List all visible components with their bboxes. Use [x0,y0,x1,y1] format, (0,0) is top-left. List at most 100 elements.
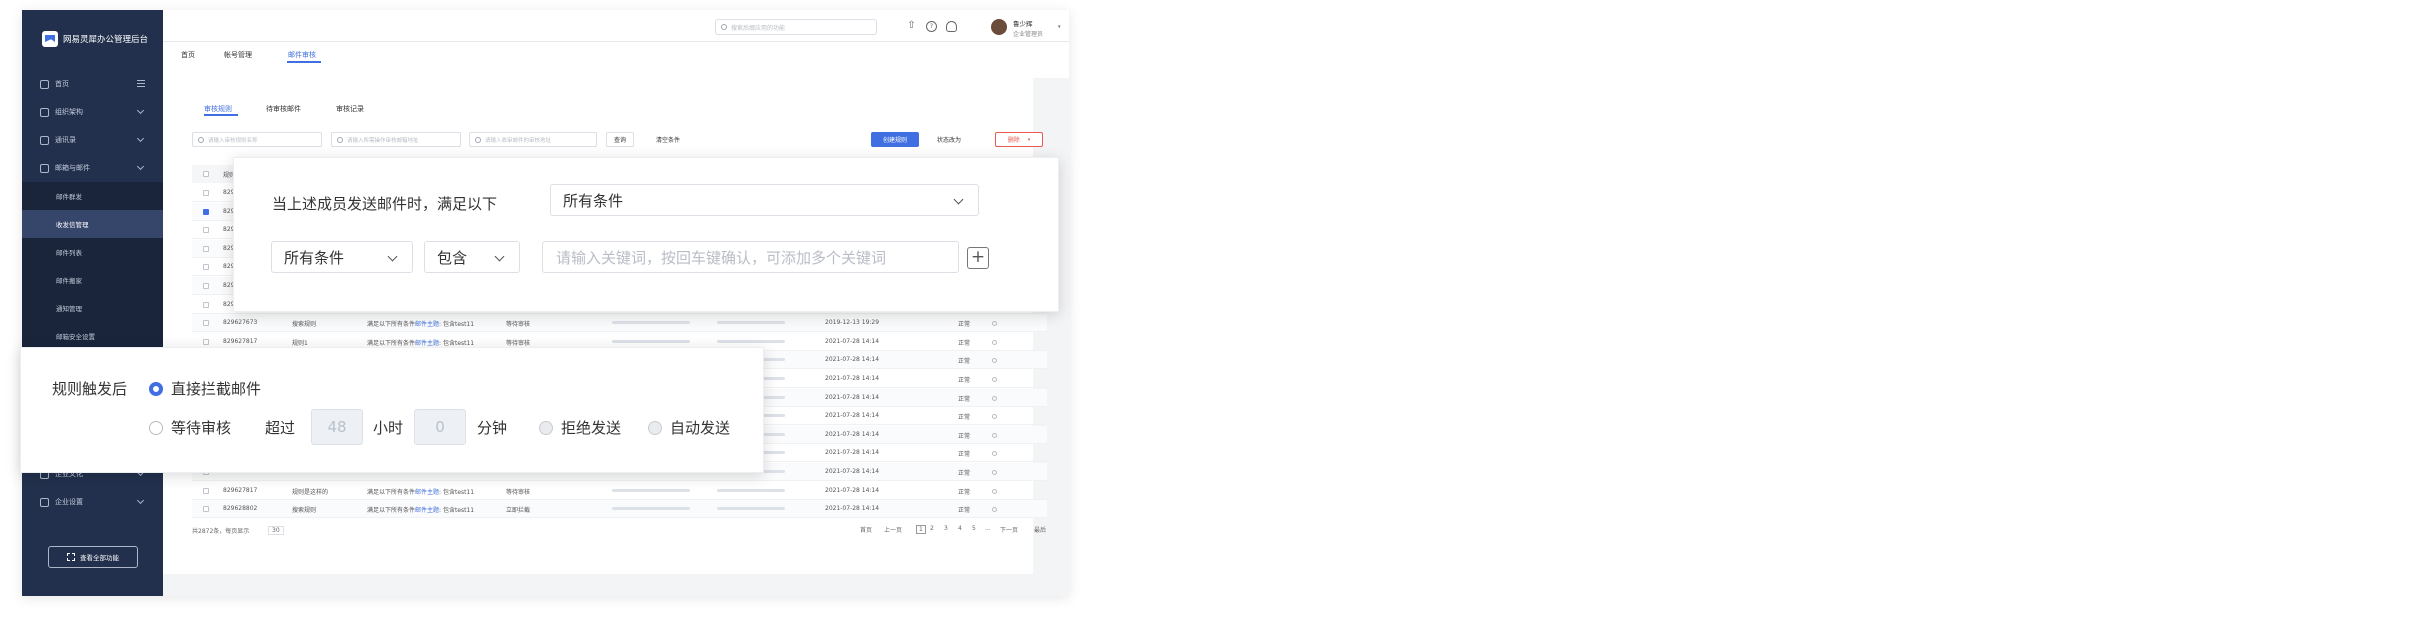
tab-review-rules[interactable]: 审核规则 [204,104,232,114]
upload-icon[interactable]: ⇧ [906,21,917,32]
row-more-icon[interactable] [992,470,997,475]
receiver-input[interactable]: 请输入收审邮件的审核地址 [469,132,597,147]
user-name[interactable]: 鲁少辉 [1013,18,1033,28]
row-checkbox[interactable] [203,338,209,345]
sidebar-item-org[interactable]: 组织架构 [22,98,163,126]
logo[interactable]: 网易灵犀办公管理后台 [42,31,148,47]
row-more-icon[interactable] [992,451,997,457]
row-checkbox[interactable] [203,320,209,327]
reject-send-radio[interactable] [539,421,553,435]
table-row[interactable]: 829627817 规则是这样的 满足以下所有条件邮件主题: 包含test11 等待审… [192,482,1047,500]
row-checkbox[interactable] [203,208,209,215]
row-more-icon[interactable] [992,358,997,364]
row-more-icon[interactable] [992,488,997,494]
all-functions-button[interactable]: 查看全部功能 [48,546,138,568]
page-item[interactable]: 3 [944,525,948,532]
sidebar-item-contacts[interactable]: 通讯录 [22,126,163,154]
auto-send-label[interactable]: 自动发送 [670,417,730,438]
sidebar-item-label: 组织架构 [55,108,83,116]
page-item[interactable]: 上一页 [884,525,902,534]
page-item[interactable]: 2 [930,525,934,532]
page-item[interactable]: 1 [916,525,926,534]
page-item[interactable]: 4 [958,525,962,532]
clear-conditions-button[interactable]: 清空条件 [648,132,688,147]
breadcrumb-home[interactable]: 首页 [181,50,195,60]
sidebar-item-label: 通讯录 [55,136,76,144]
page-item[interactable]: 下一页 [1000,525,1018,534]
select-all-checkbox[interactable] [203,171,209,177]
row-condition-link[interactable]: 邮件主题 [415,507,439,514]
field-select[interactable]: 所有条件 [271,241,413,273]
sidebar-item-mail[interactable]: 邮箱与邮件 [22,154,163,182]
row-more-icon[interactable] [992,432,997,438]
table-row[interactable]: 829627673 搜索规则 满足以下所有条件邮件主题: 包含test11 等待审核 2… [192,314,1047,333]
row-more-icon[interactable] [992,395,997,401]
page-size-select[interactable]: 30 [268,526,284,535]
sidebar-subitem-mail-list[interactable]: 邮件列表 [22,238,163,266]
sidebar-subitem-notify[interactable]: 通知管理 [22,294,163,322]
match-mode-select[interactable]: 所有条件 [550,184,979,216]
row-state: 正常 [958,432,971,440]
row-condition-link[interactable]: 邮件主题 [415,321,439,328]
avatar[interactable] [991,19,1007,35]
row-more-icon[interactable] [992,321,997,327]
row-more-icon[interactable] [992,377,997,382]
block-mail-label[interactable]: 直接拦截邮件 [171,378,261,399]
keyword-input[interactable]: 请输入关键词，按回车键确认，可添加多个关键词 [542,241,959,273]
block-mail-radio[interactable] [149,382,163,396]
wait-review-label[interactable]: 等待审核 [171,417,231,438]
row-checkbox[interactable] [203,227,209,234]
row-condition-prefix: 满足以下所有条件 [367,507,416,515]
row-condition-link[interactable]: 邮件主题 [415,340,439,347]
row-more-icon[interactable] [992,414,997,420]
sidebar-item-home[interactable]: 首页 [22,70,163,98]
row-checkbox[interactable] [203,487,209,494]
row-more-icon[interactable] [992,339,997,345]
tab-review-records[interactable]: 审核记录 [336,104,364,114]
row-state: 正常 [958,451,971,459]
table-row[interactable]: 829628802 搜索规则 满足以下所有条件邮件主题: 包含test11 立即拦截 2… [192,500,1047,519]
page-item[interactable]: 最后 [1034,525,1046,534]
auto-send-radio[interactable] [648,421,662,435]
sidebar-subitem-send-receive[interactable]: 收发信管理 [22,210,163,238]
delete-button[interactable]: 删除 ▾ [995,132,1043,147]
row-checkbox[interactable] [203,283,209,289]
row-placeholder-bar [612,321,690,325]
minutes-input[interactable]: 0 [414,409,466,445]
breadcrumb-accounts[interactable]: 帐号管理 [224,50,252,60]
page-item[interactable]: 首页 [860,525,872,534]
search-input[interactable]: 搜索后缀应用的功能 [715,19,877,35]
wait-review-radio[interactable] [149,421,163,435]
sidebar-item-settings[interactable]: 企业设置 [22,488,163,516]
row-placeholder-bar [717,488,785,492]
sidebar-subitem-mail-move[interactable]: 邮件搬家 [22,266,163,294]
breadcrumb-mail-review[interactable]: 邮件审核 [288,50,316,60]
sidebar-subitem-mass-mail[interactable]: 邮件群发 [22,182,163,210]
reject-send-label[interactable]: 拒绝发送 [561,417,621,438]
query-button[interactable]: 查询 [606,132,634,147]
help-icon[interactable]: ? [926,21,937,32]
row-checkbox[interactable] [203,190,209,196]
page-item[interactable]: ... [985,525,991,532]
row-checkbox[interactable] [203,301,209,308]
hours-input[interactable]: 48 [311,409,363,445]
sender-input[interactable]: 请输入所需操作审核邮箱地址 [331,132,461,147]
row-condition-link[interactable]: 邮件主题 [415,489,439,496]
sidebar-subitem-security[interactable]: 邮箱安全设置 [22,322,163,350]
row-time: 2021-07-28 14:14 [825,505,880,513]
headset-icon[interactable] [946,21,957,32]
menu-icon[interactable] [137,80,145,87]
page-item[interactable]: 5 [972,525,976,532]
row-checkbox[interactable] [203,264,209,271]
create-rule-button[interactable]: 创建规则 [871,132,919,147]
row-checkbox[interactable] [203,506,209,513]
operator-select[interactable]: 包含 [424,241,520,273]
tab-pending-mail[interactable]: 待审核邮件 [266,104,301,114]
match-mode-value: 所有条件 [563,191,624,210]
add-keyword-button[interactable]: + [967,247,989,269]
change-status-button[interactable]: 状态改为 [925,132,973,147]
row-checkbox[interactable] [203,245,209,252]
row-more-icon[interactable] [992,507,997,513]
rule-name-input[interactable]: 请输入审核规则名称 [192,132,322,147]
chevron-down-icon[interactable]: ▾ [1058,24,1061,30]
